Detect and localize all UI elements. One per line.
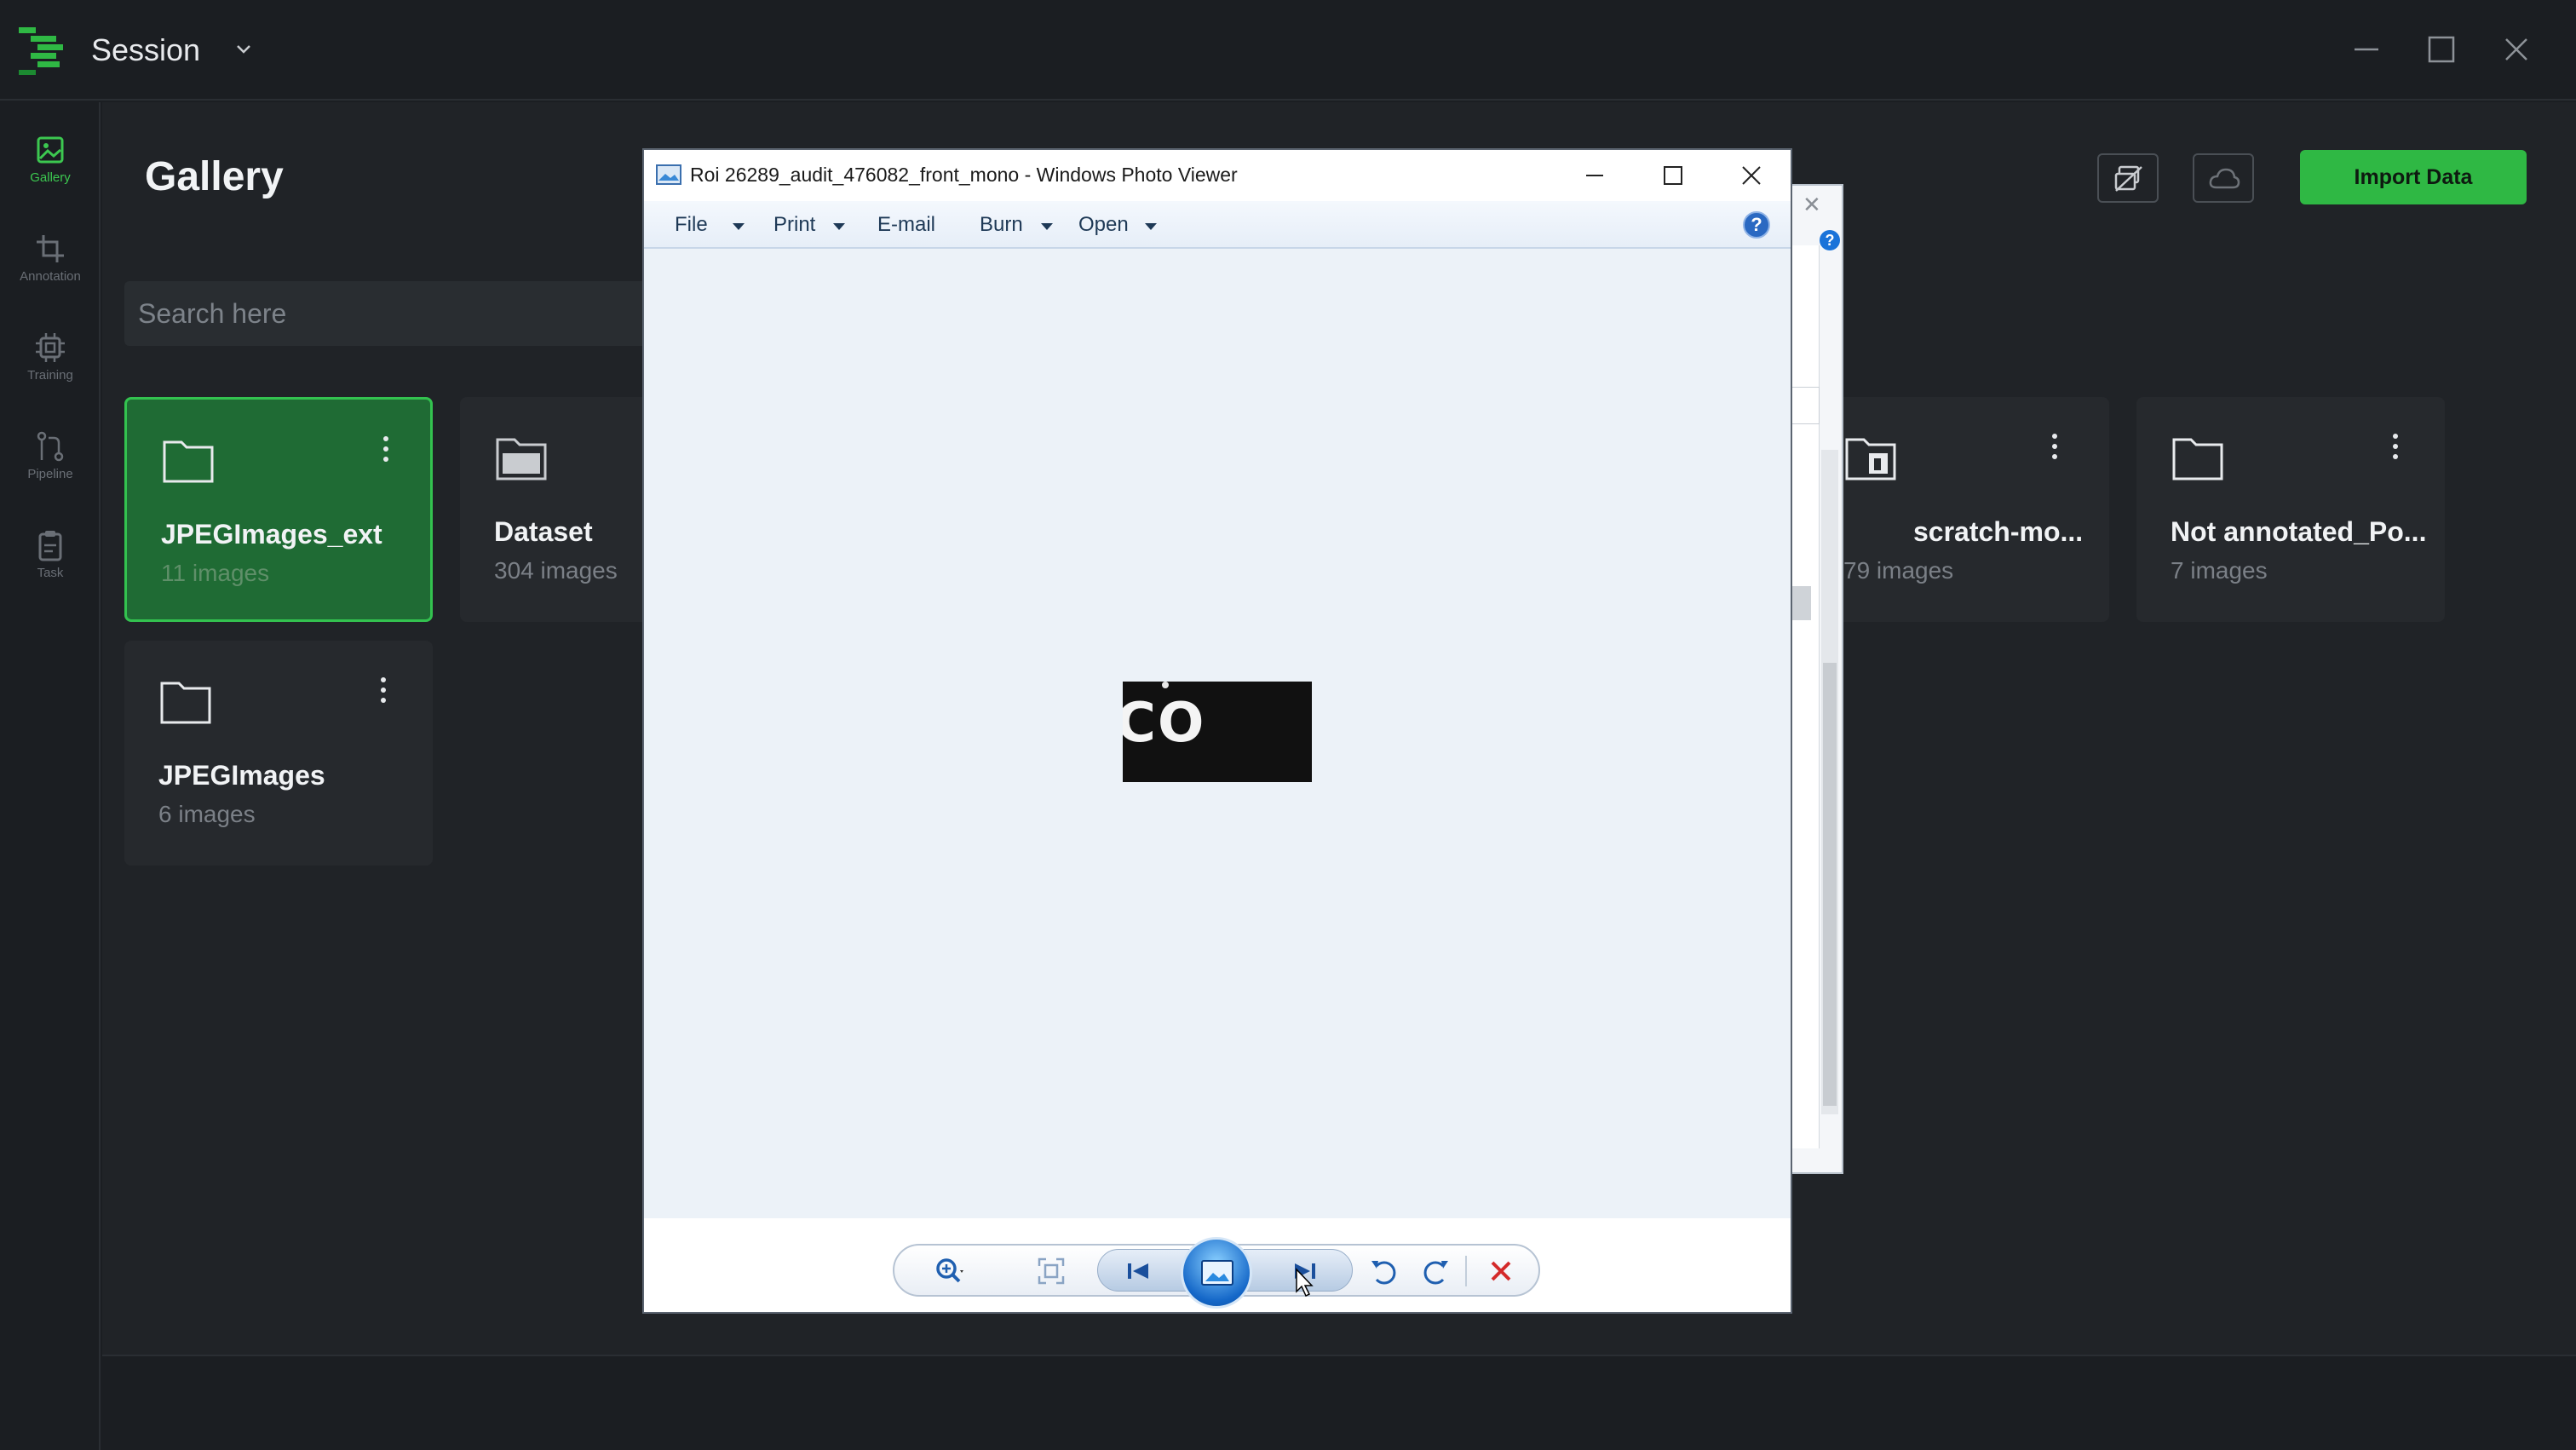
menu-file[interactable]: File — [675, 213, 708, 237]
close-icon[interactable]: ✕ — [1803, 193, 1821, 218]
rotate-clockwise-icon[interactable] — [1419, 1254, 1453, 1288]
folder-name: JPEGImages_ext — [161, 519, 382, 550]
folder-image-count: 79 images — [1843, 557, 1954, 584]
nav-item-gallery[interactable]: Gallery — [0, 121, 101, 206]
zoom-icon[interactable] — [932, 1254, 966, 1288]
folder-icon — [160, 682, 211, 724]
folder-icon — [2172, 438, 2223, 480]
more-options-icon[interactable] — [377, 675, 390, 705]
nav-item-annotation[interactable]: Annotation — [0, 220, 101, 305]
import-data-button[interactable]: Import Data — [2300, 150, 2527, 204]
photo-viewer-window: Roi 26289_audit_476082_front_mono - Wind… — [642, 148, 1792, 1314]
folder-image-icon — [1845, 438, 1896, 480]
slideshow-button[interactable] — [1181, 1237, 1252, 1309]
chevron-down-icon[interactable] — [232, 37, 256, 61]
layers-button[interactable] — [2097, 153, 2159, 203]
session-label[interactable]: Session — [91, 32, 200, 68]
photo-text: CO — [1123, 692, 1206, 755]
nav-item-task[interactable]: Task — [0, 516, 101, 601]
more-options-icon[interactable] — [379, 434, 393, 464]
menu-email[interactable]: E-mail — [877, 213, 935, 237]
nav-label: Pipeline — [27, 467, 73, 481]
cloud-icon — [2209, 168, 2240, 189]
menu-print[interactable]: Print — [773, 213, 815, 237]
help-icon[interactable]: ? — [1743, 211, 1770, 239]
folder-icon — [163, 440, 214, 483]
search-input[interactable]: Search here — [124, 281, 670, 346]
viewer-menubar: File Print E-mail Burn Open — [644, 201, 1791, 249]
maximize-icon[interactable] — [1661, 164, 1685, 187]
chip-icon — [36, 333, 65, 362]
page-title: Gallery — [145, 154, 284, 199]
folder-name: Not annotated_Po... — [2171, 516, 2427, 547]
folder-name: JPEGImages — [158, 760, 325, 791]
nav-label: Task — [37, 566, 64, 580]
folder-card[interactable]: scratch-mo... 79 images — [1801, 397, 2109, 622]
slideshow-icon — [1201, 1260, 1233, 1286]
close-icon[interactable] — [2498, 31, 2535, 68]
menu-dropdown-arrow-icon[interactable] — [1145, 223, 1157, 230]
toolbar-divider — [1465, 1256, 1467, 1286]
photo-viewer-app-icon — [656, 164, 681, 185]
viewer-window-title: Roi 26289_audit_476082_front_mono - Wind… — [690, 164, 1238, 186]
delete-icon[interactable] — [1484, 1254, 1518, 1288]
menu-dropdown-arrow-icon[interactable] — [1041, 223, 1053, 230]
mouse-cursor-icon — [1296, 1268, 1314, 1298]
previous-icon[interactable] — [1121, 1254, 1155, 1288]
viewer-titlebar: Roi 26289_audit_476082_front_mono - Wind… — [644, 150, 1791, 201]
minimize-icon[interactable] — [1583, 164, 1607, 187]
folder-card[interactable]: JPEGImages 6 images — [124, 641, 433, 866]
folder-image-count: 6 images — [158, 801, 256, 827]
rotate-counterclockwise-icon[interactable] — [1366, 1254, 1400, 1288]
folder-image-count: 7 images — [2171, 557, 2268, 584]
nav-label: Training — [27, 368, 73, 383]
folder-card[interactable]: Not annotated_Po... 7 images — [2136, 397, 2445, 622]
folder-card[interactable]: JPEGImages_ext 11 images — [124, 397, 433, 622]
clipboard-icon — [38, 531, 62, 561]
photo-canvas: CO — [644, 249, 1791, 1218]
bottom-bar — [102, 1355, 2576, 1450]
menu-dropdown-arrow-icon[interactable] — [733, 223, 745, 230]
nav-label: Annotation — [20, 269, 81, 284]
folder-name: Dataset — [494, 516, 593, 547]
left-nav: Gallery Annotation Training Pipeline Tas… — [0, 102, 101, 1450]
displayed-photo: CO — [1123, 682, 1312, 782]
cloud-button[interactable] — [2193, 153, 2254, 203]
minimize-icon[interactable] — [2348, 31, 2385, 68]
app-logo-icon — [19, 27, 63, 75]
image-icon — [37, 136, 64, 164]
actual-size-icon[interactable] — [1034, 1254, 1068, 1288]
folder-open-icon — [496, 438, 547, 480]
menu-dropdown-arrow-icon[interactable] — [833, 223, 845, 230]
layers-off-icon — [2114, 165, 2142, 192]
explorer-scroll-thumb[interactable] — [1823, 663, 1837, 1106]
photo-dot — [1162, 682, 1169, 688]
menu-open[interactable]: Open — [1078, 213, 1129, 237]
app-titlebar: Session — [0, 0, 2576, 101]
folder-name: scratch-mo... — [1913, 516, 2084, 547]
folder-image-count: 304 images — [494, 557, 618, 584]
crop-icon — [37, 235, 64, 262]
background-explorer-window[interactable]: ✕ ? — [1784, 184, 1843, 1174]
maximize-icon[interactable] — [2423, 31, 2460, 68]
close-icon[interactable] — [1739, 164, 1763, 187]
more-options-icon[interactable] — [2048, 431, 2061, 462]
pipeline-icon — [37, 431, 64, 462]
folder-image-count: 11 images — [161, 560, 270, 586]
nav-item-training[interactable]: Training — [0, 319, 101, 404]
more-options-icon[interactable] — [2389, 431, 2402, 462]
nav-item-pipeline[interactable]: Pipeline — [0, 417, 101, 503]
search-placeholder: Search here — [138, 298, 287, 329]
nav-label: Gallery — [30, 170, 71, 185]
help-icon[interactable]: ? — [1820, 230, 1840, 250]
menu-burn[interactable]: Burn — [980, 213, 1023, 237]
